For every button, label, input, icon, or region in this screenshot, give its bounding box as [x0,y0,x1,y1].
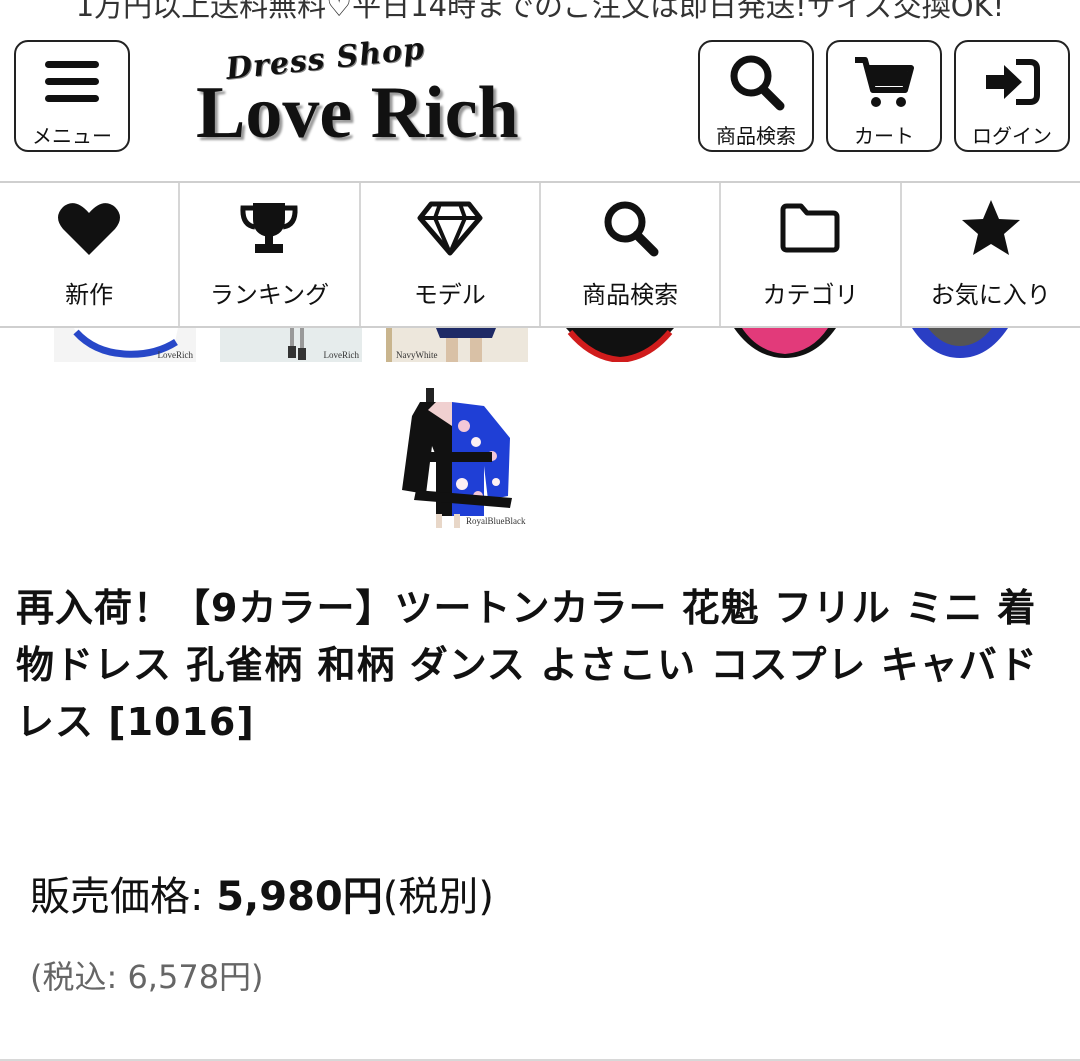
category-nav: 新作 ランキング モデル 商品検索 カテゴリ お気に入り [0,181,1080,328]
site-logo[interactable]: Dress Shop Love Rich [192,31,564,154]
nav-item-search[interactable]: 商品検索 [541,183,722,326]
product-thumbnail[interactable] [908,328,1012,362]
login-label: ログイン [972,124,1052,148]
nav-item-model[interactable]: モデル [361,183,541,326]
nav-label-search: 商品検索 [582,281,679,309]
product-thumbnail[interactable]: NavyWhite [386,328,528,362]
selected-color-image[interactable]: RoyalBlueBlack [392,386,542,532]
nav-item-new[interactable]: 新作 [0,183,181,326]
product-thumbnail[interactable] [730,328,840,362]
tax-included-price: (税込: 6,578円) [30,958,264,996]
login-icon [980,50,1044,114]
nav-label-new: 新作 [65,281,114,309]
product-title: 再入荷！【9カラー】ツートンカラー 花魁 フリル ミニ 着物ドレス 孔雀柄 和柄… [16,586,1038,744]
promo-banner: 1万円以上送料無料♡平日14時までのご注文は即日発送!サイズ交換OK! [75,0,1005,23]
diamond-icon [415,197,485,259]
search-button[interactable]: 商品検索 [698,40,814,152]
image-caption: RoyalBlueBlack [466,516,526,526]
thumbnail-caption: LoveRich [323,350,360,360]
menu-label: メニュー [32,124,112,148]
nav-item-ranking[interactable]: ランキング [180,183,361,326]
nav-item-favorites[interactable]: お気に入り [902,183,1080,326]
price-label: 販売価格: [30,874,204,920]
nav-item-category[interactable]: カテゴリ [721,183,902,326]
login-button[interactable]: ログイン [954,40,1070,152]
nav-label-category: カテゴリ [762,281,859,309]
trophy-icon [234,197,304,259]
search-label: 商品検索 [716,124,796,148]
nav-label-model: モデル [413,281,486,309]
price-tax-note: (税別) [382,874,494,920]
folder-icon [775,197,845,259]
heart-icon [54,197,124,259]
price-row: 販売価格: 5,980円(税別) [30,864,494,922]
product-thumbnails: LoveRich LoveRich NavyWhite [0,328,1080,364]
cart-button[interactable]: カート [826,40,942,152]
cart-icon [852,50,916,114]
product-thumbnail[interactable]: LoveRich [220,328,362,362]
menu-button[interactable]: メニュー [14,40,130,152]
logo-title: Love Rich [196,72,519,154]
thumbnail-caption: NavyWhite [396,350,438,360]
star-icon [956,197,1026,259]
search-icon [724,50,788,114]
nav-label-ranking: ランキング [209,281,330,309]
price-value: 5,980円 [216,874,383,920]
product-thumbnail[interactable] [560,328,680,362]
product-thumbnail[interactable]: LoveRich [54,328,196,362]
thumbnail-caption: LoveRich [157,350,194,360]
hamburger-icon [40,50,104,114]
site-header: メニュー Dress Shop Love Rich 商品検索 カート ログイン [0,31,1080,160]
cart-label: カート [854,124,914,148]
search-icon [595,197,665,259]
nav-label-favorites: お気に入り [930,281,1051,309]
